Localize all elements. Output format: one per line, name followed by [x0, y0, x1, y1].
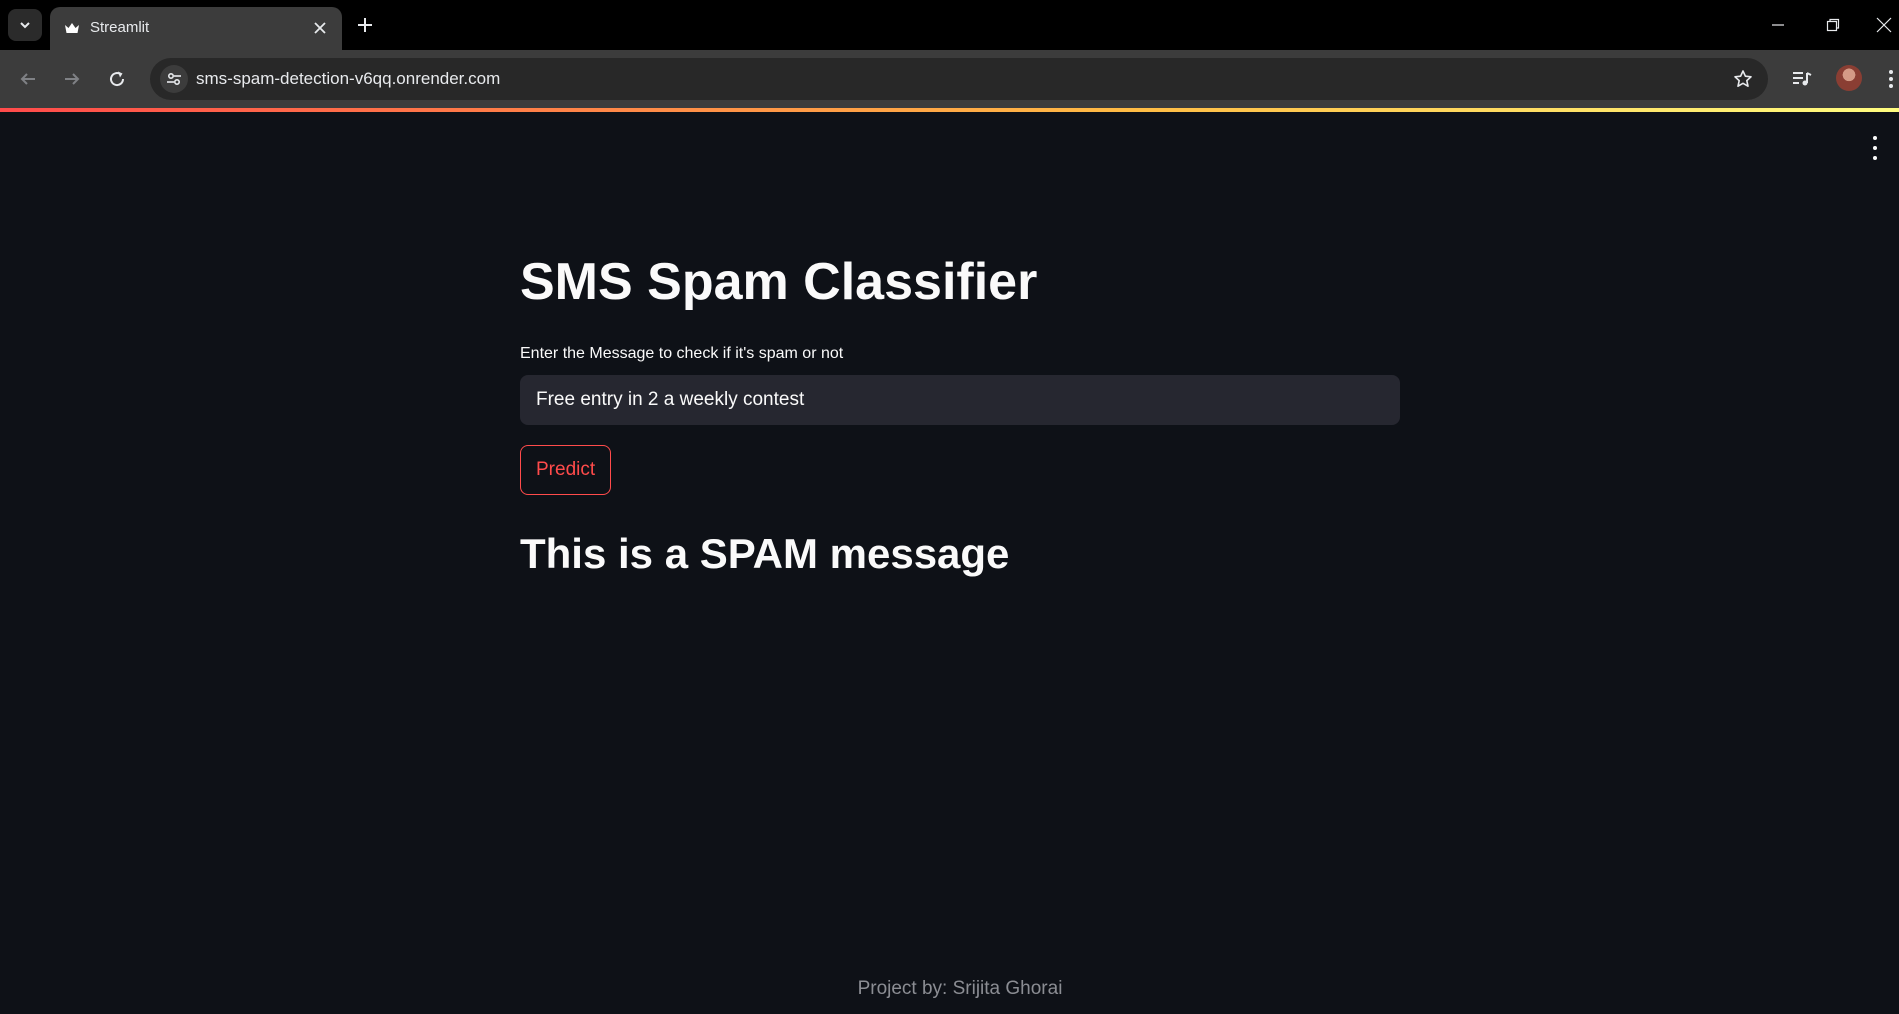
- arrow-left-icon: [20, 73, 35, 85]
- more-vertical-icon: [1873, 136, 1877, 140]
- restore-button[interactable]: [1818, 10, 1848, 40]
- streamlit-decoration-bar: [0, 108, 1899, 112]
- site-info-button[interactable]: [160, 65, 188, 93]
- arrow-right-icon: [65, 73, 80, 85]
- prediction-result: This is a SPAM message: [520, 530, 1010, 577]
- reload-icon: [110, 71, 125, 87]
- message-input-label: Enter the Message to check if it's spam …: [520, 345, 844, 362]
- playlist-icon: [1793, 72, 1812, 86]
- reload-button[interactable]: [103, 65, 131, 93]
- tab-title: Streamlit: [90, 19, 150, 36]
- close-icon: [314, 22, 326, 34]
- message-input[interactable]: [520, 375, 1400, 425]
- profile-avatar[interactable]: [1836, 65, 1862, 91]
- footer-credit: Project by: Srijita Ghorai: [857, 978, 1063, 999]
- predict-button[interactable]: Predict: [520, 445, 612, 495]
- plus-icon: [358, 18, 372, 32]
- tune-icon: [167, 72, 181, 86]
- minimize-button[interactable]: [1763, 10, 1793, 40]
- new-tab-button[interactable]: [352, 12, 378, 38]
- tab-close-button[interactable]: [310, 18, 330, 38]
- page-title: SMS Spam Classifier: [520, 253, 1038, 311]
- browser-tab-active[interactable]: Streamlit: [50, 7, 342, 50]
- forward-button[interactable]: [58, 65, 86, 93]
- url-text[interactable]: sms-spam-detection-v6qq.onrender.com: [196, 69, 500, 89]
- bookmark-button[interactable]: [1732, 68, 1754, 90]
- star-icon: [1734, 70, 1752, 87]
- close-icon: [1876, 17, 1892, 33]
- more-vertical-icon: [1889, 70, 1893, 88]
- restore-icon: [1826, 18, 1840, 32]
- back-button[interactable]: [14, 65, 42, 93]
- address-bar[interactable]: sms-spam-detection-v6qq.onrender.com: [150, 58, 1768, 100]
- browser-toolbar: sms-spam-detection-v6qq.onrender.com: [0, 50, 1899, 108]
- close-window-button[interactable]: [1869, 10, 1899, 40]
- streamlit-crown-icon: [65, 23, 79, 33]
- streamlit-main-menu-button[interactable]: [1865, 136, 1885, 160]
- tab-search-button[interactable]: [8, 9, 42, 41]
- minimize-icon: [1772, 24, 1784, 26]
- chevron-down-icon: [20, 22, 30, 29]
- browser-tabstrip: Streamlit: [0, 0, 1899, 50]
- chrome-menu-button[interactable]: [1884, 66, 1898, 92]
- media-controls-button[interactable]: [1789, 66, 1815, 92]
